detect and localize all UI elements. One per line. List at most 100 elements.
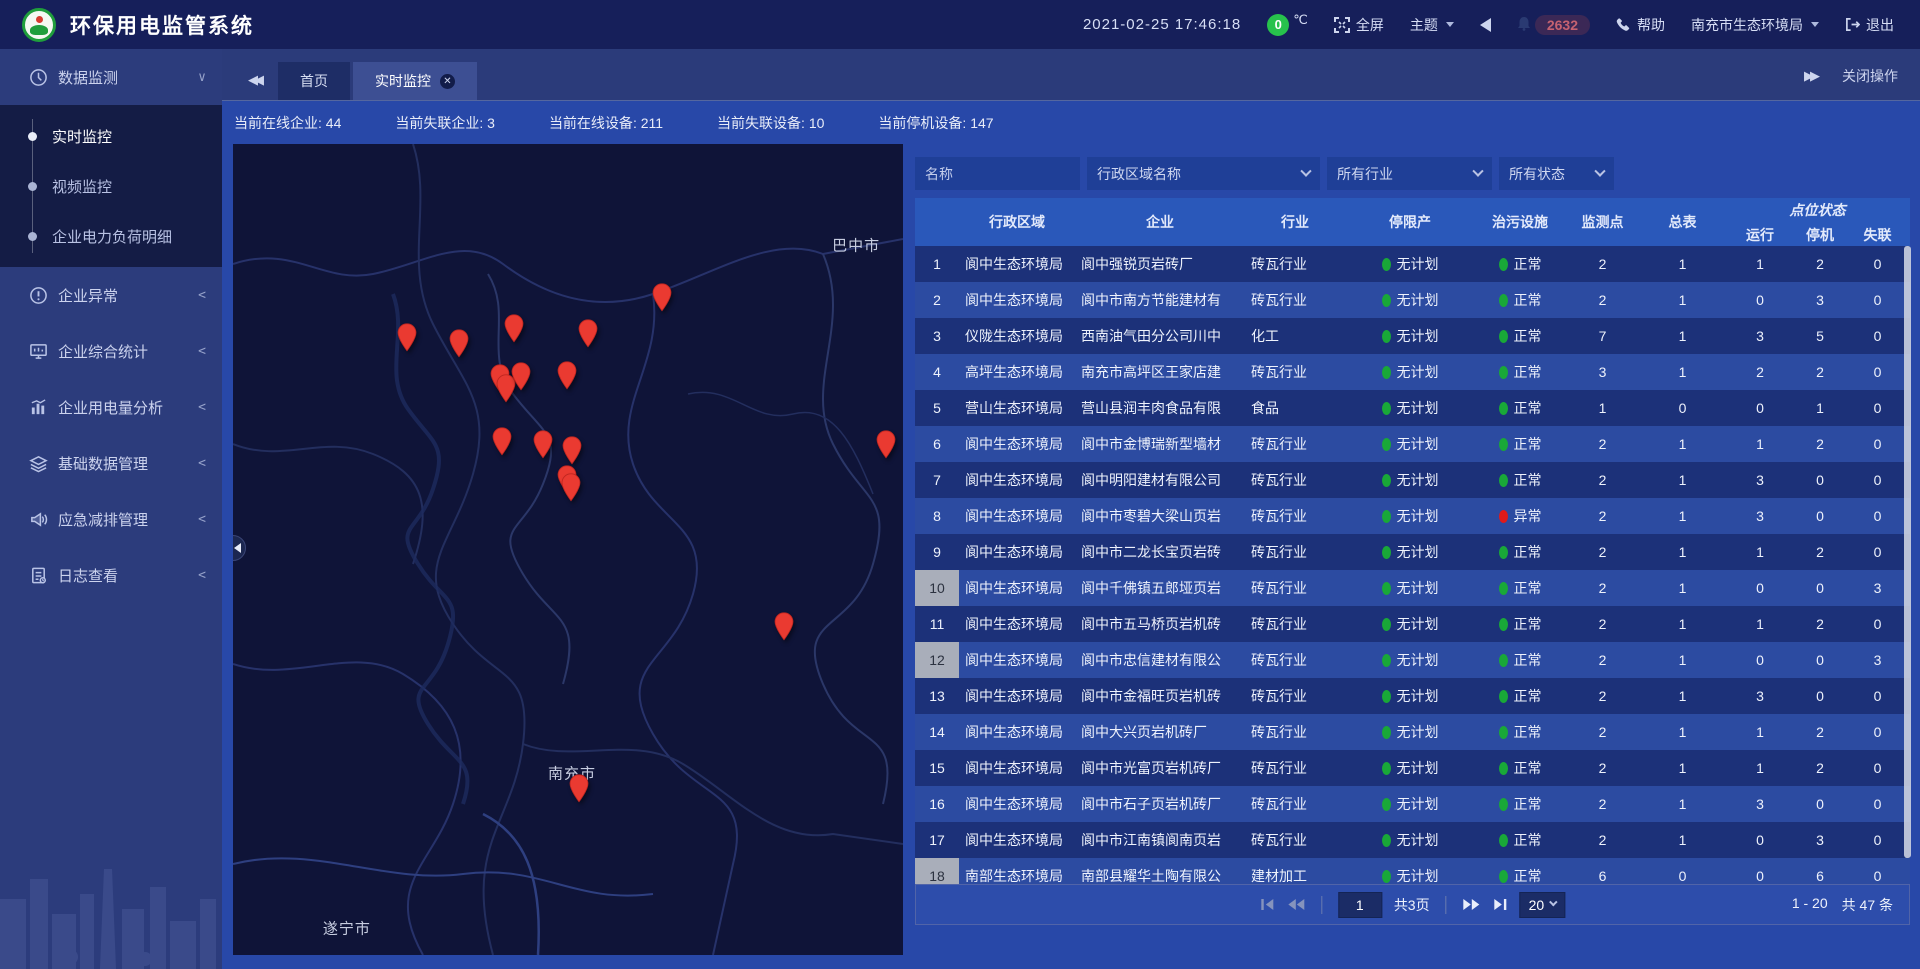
fullscreen-button[interactable]: 全屏 (1334, 15, 1384, 35)
page-size-select[interactable]: 20 (1520, 892, 1566, 918)
table-row[interactable]: 2 阆中生态环境局 阆中市南方节能建材有 砖瓦行业 无计划 正常 2 1 0 3… (915, 282, 1910, 318)
table-row[interactable]: 14 阆中生态环境局 阆中大兴页岩机砖厂 砖瓦行业 无计划 正常 2 1 1 2… (915, 714, 1910, 750)
table-row[interactable]: 16 阆中生态环境局 阆中市石子页岩机砖厂 砖瓦行业 无计划 正常 2 1 3 … (915, 786, 1910, 822)
table-row[interactable]: 6 阆中生态环境局 阆中市金博瑞新型墙材 砖瓦行业 无计划 正常 2 1 1 2… (915, 426, 1910, 462)
table-row[interactable]: 11 阆中生态环境局 阆中市五马桥页岩机砖 砖瓦行业 无计划 正常 2 1 1 … (915, 606, 1910, 642)
map-marker-pin[interactable] (397, 323, 418, 357)
sidebar-item-4[interactable]: 基础数据管理< (0, 435, 222, 491)
cell-run: 3 (1725, 472, 1795, 488)
first-page-button[interactable] (1260, 898, 1275, 911)
close-operations-button[interactable]: 关闭操作 (1842, 66, 1898, 86)
cell-lost: 0 (1845, 508, 1910, 524)
page-number-input[interactable] (1338, 892, 1382, 918)
sidebar-subitem[interactable]: 视频监控 (0, 161, 222, 211)
map-panel[interactable]: 巴中市南充市遂宁市 (233, 144, 903, 955)
status-dot (1499, 798, 1508, 811)
table-row[interactable]: 13 阆中生态环境局 阆中市金福旺页岩机砖 砖瓦行业 无计划 正常 2 1 3 … (915, 678, 1910, 714)
cell-production-status: 无计划 (1345, 866, 1475, 884)
map-marker-pin[interactable] (557, 361, 578, 395)
table-row[interactable]: 1 阆中生态环境局 阆中强锐页岩砖厂 砖瓦行业 无计划 正常 2 1 1 2 0 (915, 246, 1910, 282)
cell-meter: 1 (1640, 796, 1725, 812)
status-filter-select[interactable]: 所有状态 (1499, 157, 1614, 190)
sidebar-item-6[interactable]: 日志查看< (0, 547, 222, 603)
scrollbar-thumb[interactable] (1904, 246, 1911, 858)
sidebar-subitem[interactable]: 实时监控 (0, 111, 222, 161)
cell-stop: 0 (1795, 688, 1845, 704)
row-index: 8 (915, 498, 959, 534)
logout-button[interactable]: 退出 (1845, 15, 1894, 35)
table-row[interactable]: 3 仪陇生态环境局 西南油气田分公司川中 化工 无计划 正常 7 1 3 5 0 (915, 318, 1910, 354)
cell-lost: 0 (1845, 760, 1910, 776)
sidebar-item-1[interactable]: 企业异常< (0, 267, 222, 323)
cell-industry: 砖瓦行业 (1245, 542, 1345, 562)
table-row[interactable]: 4 高坪生态环境局 南充市高坪区王家店建 砖瓦行业 无计划 正常 3 1 2 2… (915, 354, 1910, 390)
region-filter-select[interactable]: 行政区域名称 (1087, 157, 1320, 190)
cell-facility-status: 异常 (1475, 506, 1565, 526)
table-row[interactable]: 8 阆中生态环境局 阆中市枣碧大梁山页岩 砖瓦行业 无计划 异常 2 1 3 0… (915, 498, 1910, 534)
cell-meter: 1 (1640, 724, 1725, 740)
sidebar-item-3[interactable]: 企业用电量分析< (0, 379, 222, 435)
cell-facility-status: 正常 (1475, 722, 1565, 742)
sidebar-item-5[interactable]: 应急减排管理< (0, 491, 222, 547)
cell-lost: 0 (1845, 796, 1910, 812)
tab-首页[interactable]: 首页 (278, 62, 350, 100)
table-row[interactable]: 15 阆中生态环境局 阆中市光富页岩机砖厂 砖瓦行业 无计划 正常 2 1 1 … (915, 750, 1910, 786)
table-row[interactable]: 5 营山生态环境局 营山县润丰肉食品有限 食品 无计划 正常 1 0 0 1 0 (915, 390, 1910, 426)
sound-toggle[interactable] (1480, 18, 1491, 32)
table-row[interactable]: 9 阆中生态环境局 阆中市二龙长宝页岩砖 砖瓦行业 无计划 正常 2 1 1 2… (915, 534, 1910, 570)
map-marker-pin[interactable] (578, 319, 599, 353)
map-marker-pin[interactable] (492, 427, 513, 461)
cell-facility-status: 正常 (1475, 578, 1565, 598)
map-marker-pin[interactable] (511, 362, 532, 396)
table-row[interactable]: 17 阆中生态环境局 阆中市江南镇阆南页岩 砖瓦行业 无计划 正常 2 1 0 … (915, 822, 1910, 858)
tabs-scroll-left-button[interactable]: ◀◀ (248, 72, 260, 88)
table-row[interactable]: 12 阆中生态环境局 阆中市忠信建材有限公 砖瓦行业 无计划 正常 2 1 0 … (915, 642, 1910, 678)
next-page-button[interactable] (1463, 898, 1481, 911)
cell-industry: 砖瓦行业 (1245, 254, 1345, 274)
alert-icon (28, 285, 48, 305)
map-marker-pin[interactable] (561, 473, 582, 507)
map-marker-pin[interactable] (569, 774, 590, 808)
prev-page-button[interactable] (1287, 898, 1305, 911)
map-marker-pin[interactable] (504, 314, 525, 348)
cell-lost: 0 (1845, 292, 1910, 308)
map-marker-pin[interactable] (774, 612, 795, 646)
table-row[interactable]: 7 阆中生态环境局 阆中明阳建材有限公司 砖瓦行业 无计划 正常 2 1 3 0… (915, 462, 1910, 498)
cell-lost: 3 (1845, 580, 1910, 596)
sidebar-item-2[interactable]: 企业综合统计< (0, 323, 222, 379)
map-marker-pin[interactable] (449, 329, 470, 363)
cell-stop: 0 (1795, 652, 1845, 668)
notification-widget[interactable]: 2632 (1517, 15, 1590, 35)
cell-run: 0 (1725, 652, 1795, 668)
tabs-scroll-right-button[interactable]: ▶▶ (1804, 68, 1816, 84)
status-count-label: 当前失联企业 (395, 115, 479, 131)
row-index: 1 (915, 246, 959, 282)
status-dot (1382, 402, 1391, 415)
name-filter-input[interactable] (915, 157, 1080, 190)
col-header-point-status-group: 点位状态 (1725, 198, 1910, 222)
cell-meter: 1 (1640, 436, 1725, 452)
status-dot (1382, 762, 1391, 775)
table-scrollbar[interactable] (1904, 246, 1911, 884)
map-marker-pin[interactable] (875, 430, 896, 464)
status-count: 当前失联设备: 10 (717, 113, 824, 133)
industry-filter-select[interactable]: 所有行业 (1327, 157, 1492, 190)
table-row[interactable]: 10 阆中生态环境局 阆中千佛镇五郎垭页岩 砖瓦行业 无计划 正常 2 1 0 … (915, 570, 1910, 606)
org-dropdown[interactable]: 南充市生态环境局 (1691, 15, 1819, 35)
last-page-button[interactable] (1493, 898, 1508, 911)
map-marker-pin[interactable] (533, 430, 554, 464)
app-logo (22, 8, 56, 42)
help-button[interactable]: 帮助 (1616, 15, 1665, 35)
map-marker-pin[interactable] (651, 283, 672, 317)
theme-dropdown[interactable]: 主题 (1410, 15, 1454, 35)
range-label: 1 - 20 (1792, 895, 1828, 915)
tab-实时监控[interactable]: 实时监控✕ (353, 62, 477, 100)
cell-meter: 1 (1640, 472, 1725, 488)
table-row[interactable]: 18 南部生态环境局 南部县耀华土陶有限公 建材加工 无计划 正常 6 0 0 … (915, 858, 1910, 884)
status-count-value: 211 (641, 115, 663, 131)
sidebar-item-0[interactable]: 数据监测∨ (0, 49, 222, 105)
cell-points: 3 (1565, 364, 1640, 380)
tab-close-icon[interactable]: ✕ (440, 74, 455, 89)
sidebar-subitem[interactable]: 企业电力负荷明细 (0, 211, 222, 261)
row-index: 6 (915, 426, 959, 462)
